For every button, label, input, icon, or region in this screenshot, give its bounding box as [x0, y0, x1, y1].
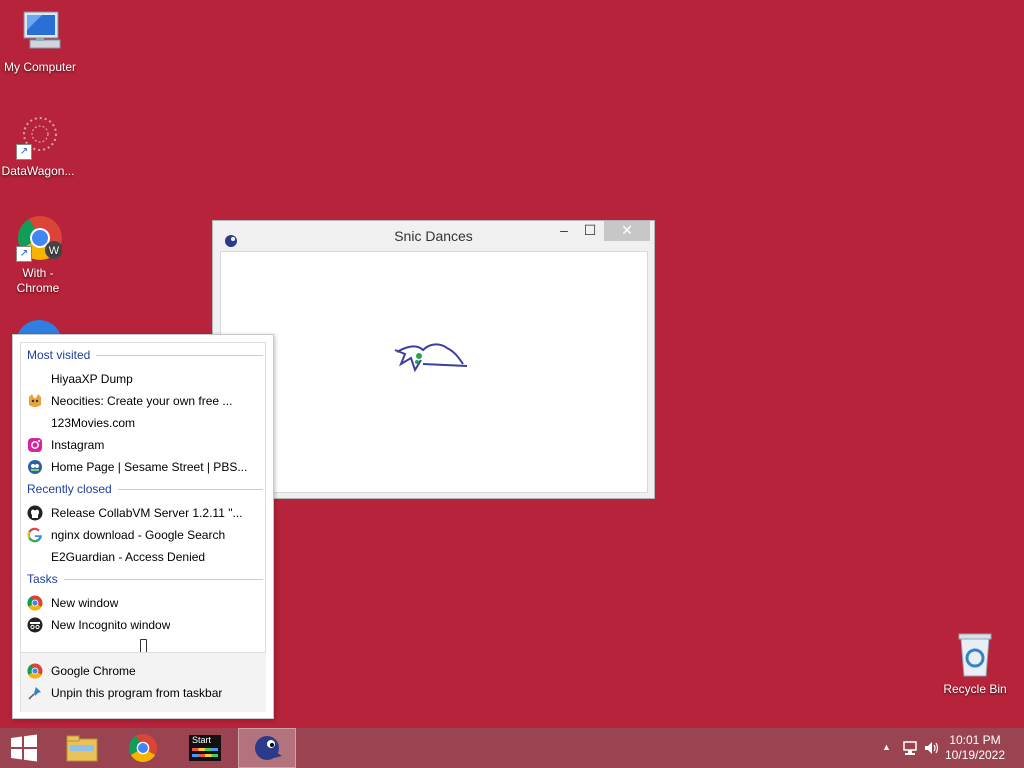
minimize-button[interactable]: –	[553, 221, 575, 241]
start-app-label: Start	[192, 735, 212, 745]
section-title: Recently closed	[27, 482, 112, 496]
chrome-jump-list: Most visited HiyaaXP Dump Neocities: Cre…	[12, 334, 274, 719]
google-icon	[27, 527, 43, 543]
datawagon-icon: ↗	[14, 112, 62, 160]
jump-item-label: HiyaaXP Dump	[51, 372, 133, 386]
taskbar-chrome[interactable]	[115, 728, 171, 768]
jump-item-label: Unpin this program from taskbar	[51, 686, 223, 700]
jump-item-label: Home Page | Sesame Street | PBS...	[51, 460, 248, 474]
jump-item-label: Neocities: Create your own free ...	[51, 394, 233, 408]
taskbar: Start ▲ 10:01 PM 10/19/2022	[0, 728, 1024, 768]
clock-date: 10/19/2022	[944, 748, 1006, 762]
jump-item-label: New Incognito window	[51, 618, 171, 632]
dancing-sonic-sprite	[394, 343, 468, 373]
jump-item-label: Google Chrome	[51, 664, 136, 678]
desktop-icon-my-computer[interactable]: My Computer	[0, 8, 80, 74]
jump-item-label: Release CollabVM Server 1.2.11 "...	[51, 506, 243, 520]
pbs-kids-icon	[27, 459, 43, 475]
divider	[117, 488, 263, 490]
jump-item-123movies[interactable]: 123Movies.com	[27, 412, 265, 434]
close-button[interactable]: ✕	[604, 221, 650, 241]
desktop-icon-recycle-bin[interactable]: Recycle Bin	[935, 630, 1015, 696]
blank-icon	[27, 371, 43, 387]
window-content	[220, 251, 648, 493]
maximize-button[interactable]: ☐	[579, 221, 601, 241]
desktop-icon-datawagon[interactable]: ↗ DataWagon...	[0, 112, 78, 178]
jump-item-nginx-search[interactable]: nginx download - Google Search	[27, 524, 265, 546]
shortcut-arrow-icon: ↗	[16, 246, 32, 262]
snic-dances-window[interactable]: Snic Dances – ☐ ✕	[212, 220, 655, 499]
section-title: Most visited	[27, 348, 91, 362]
jump-item-label: 123Movies.com	[51, 416, 136, 430]
start-app-icon: Start	[189, 735, 221, 761]
window-titlebar[interactable]: Snic Dances – ☐ ✕	[213, 221, 654, 251]
network-icon[interactable]	[902, 740, 918, 756]
jump-item-hiyaaxp[interactable]: HiyaaXP Dump	[27, 368, 265, 390]
jump-item-label: nginx download - Google Search	[51, 528, 226, 542]
unpin-icon	[27, 685, 43, 701]
jump-item-instagram[interactable]: Instagram	[27, 434, 265, 456]
computer-icon	[16, 8, 64, 56]
divider	[63, 578, 263, 580]
section-title: Tasks	[27, 572, 58, 586]
desktop-icon-label: With - Chrome	[16, 266, 60, 295]
jump-item-neocities[interactable]: Neocities: Create your own free ...	[27, 390, 265, 412]
chrome-icon	[128, 734, 157, 762]
clock-time: 10:01 PM	[949, 733, 1001, 747]
neocities-cat-icon	[27, 393, 43, 409]
windows-logo-icon	[11, 734, 37, 762]
jump-item-label: New window	[51, 596, 119, 610]
jump-item-sesame-street[interactable]: Home Page | Sesame Street | PBS...	[27, 456, 265, 478]
volume-icon[interactable]	[924, 740, 940, 756]
unpin-from-taskbar[interactable]: Unpin this program from taskbar	[27, 682, 265, 704]
instagram-icon	[27, 437, 43, 453]
most-visited-header: Most visited	[27, 348, 263, 362]
desktop-icon-label: Recycle Bin	[943, 682, 1007, 696]
incognito-icon	[27, 617, 43, 633]
clock[interactable]: 10:01 PM 10/19/2022	[940, 733, 1010, 763]
blank-icon	[27, 415, 43, 431]
jump-item-collabvm-release[interactable]: Release CollabVM Server 1.2.11 "...	[27, 502, 265, 524]
jump-item-e2guardian[interactable]: E2Guardian - Access Denied	[27, 546, 265, 568]
desktop-icon-with-chrome[interactable]: W ↗ With - Chrome	[0, 214, 78, 296]
task-new-incognito-window[interactable]: New Incognito window	[27, 614, 265, 636]
taskbar-file-explorer[interactable]	[54, 728, 110, 768]
shortcut-arrow-icon: ↗	[16, 144, 32, 160]
github-icon	[27, 505, 43, 521]
window-title: Snic Dances	[394, 228, 473, 244]
desktop-icon-label: DataWagon...	[1, 164, 75, 178]
svg-text:W: W	[49, 245, 60, 257]
tasks-header: Tasks	[27, 572, 263, 586]
divider	[96, 354, 263, 356]
blank-icon	[27, 549, 43, 565]
chrome-icon: W ↗	[14, 214, 63, 262]
recently-closed-header: Recently closed	[27, 482, 263, 496]
file-explorer-icon	[66, 735, 98, 762]
jump-item-label: E2Guardian - Access Denied	[51, 550, 206, 564]
show-hidden-icons-chevron-icon[interactable]: ▲	[882, 742, 891, 752]
jump-item-label: Instagram	[51, 438, 105, 452]
chrome-icon	[27, 595, 43, 611]
pinned-google-chrome[interactable]: Google Chrome	[27, 660, 265, 682]
text-cursor-icon	[140, 639, 147, 653]
desktop-icon-label: My Computer	[3, 60, 77, 74]
task-new-window[interactable]: New window	[27, 592, 265, 614]
start-button[interactable]	[0, 728, 48, 768]
sonic-app-icon	[255, 736, 282, 760]
taskbar-snic-dances[interactable]	[238, 728, 296, 768]
taskbar-start-app[interactable]: Start	[176, 728, 232, 768]
sonic-app-icon	[223, 228, 239, 247]
chrome-icon	[27, 663, 43, 679]
system-tray: ▲ 10:01 PM 10/19/2022	[864, 728, 1024, 768]
recycle-bin-icon	[951, 630, 999, 678]
